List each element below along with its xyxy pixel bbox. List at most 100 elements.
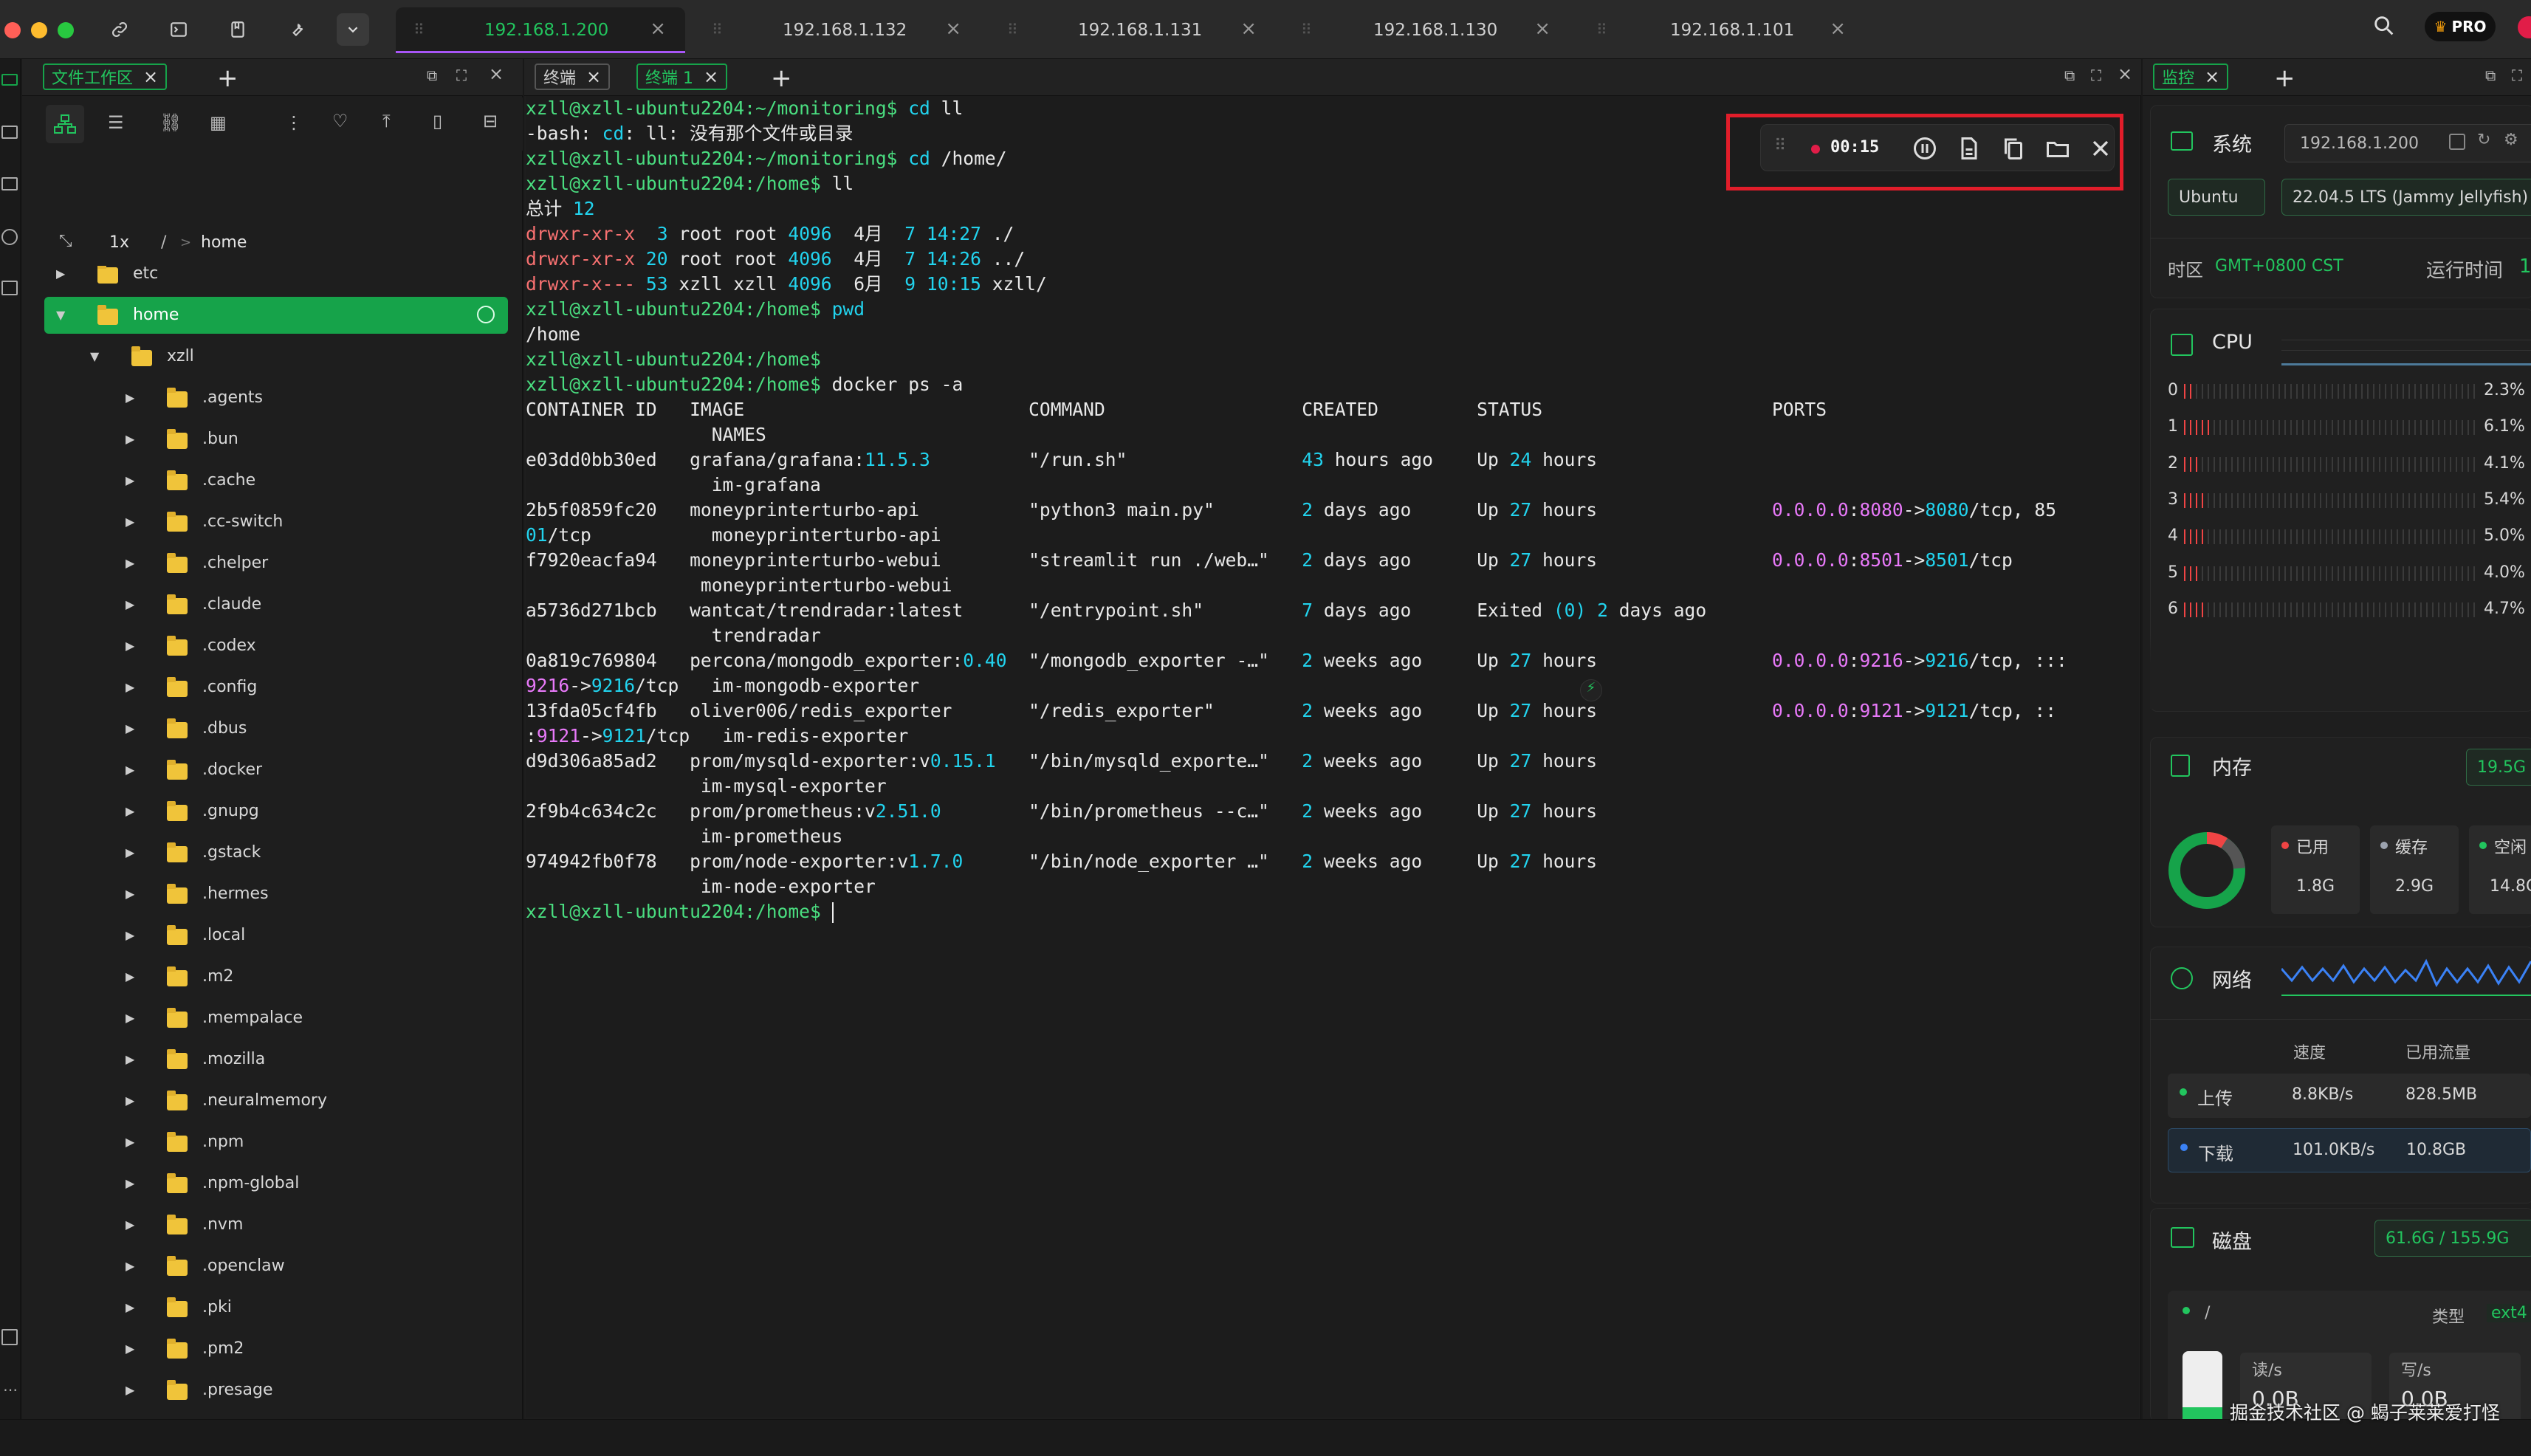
tab-192-168-1-131[interactable]: ⠿ 192.168.1.131 ×	[989, 7, 1276, 53]
drag-handle-icon[interactable]: ⠿	[1596, 21, 1608, 38]
tree-item-selected[interactable]: ▼ home	[44, 297, 508, 334]
caret-right-icon[interactable]: ▶	[126, 845, 134, 859]
caret-right-icon[interactable]: ▶	[126, 680, 134, 694]
tab-monitor[interactable]: 监控 ×	[2153, 63, 2229, 90]
tree-item[interactable]: ▶ .chelper	[44, 545, 508, 582]
tree-item[interactable]: ▼ xzll	[44, 338, 508, 375]
tree-item[interactable]: ▶ etc	[44, 266, 508, 292]
add-tab-button[interactable]: +	[771, 63, 792, 93]
tab-terminal[interactable]: 终端 ×	[535, 63, 611, 90]
maximize-window-button[interactable]	[58, 22, 74, 38]
code-icon[interactable]	[1, 126, 18, 139]
folder-icon[interactable]	[1, 74, 18, 86]
tab-192-168-1-101[interactable]: ⠿ 192.168.1.101 ×	[1579, 7, 1865, 53]
drag-handle-icon[interactable]: ⠿	[1007, 21, 1019, 38]
tree-item[interactable]: ▶ .npm-global	[44, 1165, 508, 1202]
tree-view-button[interactable]	[46, 105, 84, 143]
tree-item[interactable]: ▶ .pki	[44, 1289, 508, 1326]
tree-item[interactable]: ▶ .mempalace	[44, 1000, 508, 1037]
wrench-icon[interactable]	[281, 13, 313, 46]
tree-item[interactable]: ▶ .bun	[44, 421, 508, 458]
caret-right-icon[interactable]: ▶	[126, 721, 134, 735]
expand-icon[interactable]: ⛶	[2091, 66, 2101, 84]
link-icon[interactable]: ⛓	[159, 112, 182, 133]
drag-handle-icon[interactable]: ⠿	[1301, 21, 1313, 38]
tree-item[interactable]: ▶ .gnupg	[44, 793, 508, 830]
search-icon[interactable]	[2372, 13, 2397, 38]
tree-item[interactable]: ▶ .nvm	[44, 1206, 508, 1243]
database-icon[interactable]	[1, 177, 18, 190]
file-icon[interactable]	[1956, 135, 1982, 162]
close-tab-icon[interactable]: ×	[1240, 18, 1257, 40]
drag-handle-icon[interactable]: ⠿	[712, 21, 724, 38]
caret-right-icon[interactable]: ▶	[126, 432, 134, 446]
close-tab-icon[interactable]: ×	[704, 66, 718, 87]
caret-right-icon[interactable]: ▶	[126, 1135, 134, 1149]
caret-right-icon[interactable]: ▶	[126, 1052, 134, 1066]
caret-right-icon[interactable]: ▶	[126, 556, 134, 570]
pro-badge[interactable]: ♛ PRO	[2425, 12, 2496, 41]
caret-right-icon[interactable]: ▶	[126, 1342, 134, 1356]
chevron-down-icon[interactable]	[337, 13, 369, 46]
popout-icon[interactable]: ⧉	[2485, 66, 2496, 84]
caret-right-icon[interactable]: ▶	[126, 1011, 134, 1025]
expand-icon[interactable]: ⛶	[456, 66, 467, 84]
caret-right-icon[interactable]: ▶	[126, 1176, 134, 1190]
bookmark-icon[interactable]: ▯	[433, 111, 442, 131]
terminal-icon[interactable]	[162, 13, 195, 46]
tree-item[interactable]: ▶ .openclaw	[44, 1248, 508, 1285]
caret-right-icon[interactable]: ▶	[126, 969, 134, 983]
tree-item[interactable]: ▶ .gstack	[44, 834, 508, 871]
copy-icon[interactable]	[2000, 135, 2027, 162]
drag-handle-icon[interactable]: ⠿	[413, 21, 425, 38]
list-icon[interactable]	[1, 281, 18, 295]
close-tab-icon[interactable]: ×	[586, 66, 601, 87]
close-tab-icon[interactable]: ×	[1534, 18, 1550, 40]
collapse-icon[interactable]: ⤡	[59, 232, 72, 250]
caret-right-icon[interactable]: ▶	[126, 763, 134, 777]
tree-item[interactable]: ▶ .cache	[44, 462, 508, 499]
avatar[interactable]	[2518, 16, 2531, 38]
close-icon[interactable]	[2087, 135, 2114, 162]
zoom-level[interactable]: 1x	[109, 233, 129, 252]
tab-192-168-1-132[interactable]: ⠿ 192.168.1.132 ×	[694, 7, 981, 53]
caret-right-icon[interactable]: ▶	[126, 597, 134, 611]
expand-icon[interactable]: ⛶	[2512, 66, 2522, 84]
tree-item[interactable]: ▶ .docker	[44, 752, 508, 789]
grid-icon[interactable]	[1, 1329, 18, 1345]
caret-right-icon[interactable]: ▶	[126, 639, 134, 653]
upload-icon[interactable]: ⤒	[382, 111, 391, 131]
refresh-icon[interactable]: ↻	[2477, 131, 2490, 149]
caret-right-icon[interactable]: ▶	[56, 267, 65, 281]
heart-icon[interactable]: ♡	[332, 111, 348, 131]
tab-192-168-1-130[interactable]: ⠿ 192.168.1.130 ×	[1283, 7, 1570, 53]
close-panel-icon[interactable]: ×	[2118, 63, 2132, 84]
tree-item[interactable]: ▶ .presage	[44, 1372, 508, 1409]
caret-right-icon[interactable]: ▶	[126, 1300, 134, 1314]
pause-icon[interactable]	[1912, 135, 1938, 162]
close-window-button[interactable]	[4, 22, 21, 38]
breadcrumb-root[interactable]: /	[161, 233, 166, 252]
popout-icon[interactable]: ⧉	[2064, 66, 2075, 84]
tree-item[interactable]: ▶ .mozilla	[44, 1041, 508, 1078]
tree-item[interactable]: ▶ .pm2	[44, 1330, 508, 1367]
tree-item[interactable]: ▶ .config	[44, 669, 508, 706]
bolt-icon[interactable]: ⚡	[1580, 679, 1602, 701]
tree-item[interactable]: ▶ .local	[44, 917, 508, 954]
caret-right-icon[interactable]: ▶	[126, 391, 134, 405]
ip-box[interactable]: 192.168.1.200 ↻ ⚙	[2284, 124, 2531, 162]
caret-right-icon[interactable]: ▶	[126, 473, 134, 487]
caret-right-icon[interactable]: ▶	[126, 1259, 134, 1273]
archive-icon[interactable]: ⊟	[483, 111, 498, 131]
close-tab-icon[interactable]: ×	[143, 66, 158, 87]
tree-item[interactable]: ▶ .neuralmemory	[44, 1082, 508, 1119]
terminal-output[interactable]: xzll@xzll-ubuntu2204:~/monitoring$ cd ll…	[526, 96, 2139, 1418]
tree-item[interactable]: ▶ .m2	[44, 958, 508, 995]
caret-right-icon[interactable]: ▶	[126, 928, 134, 942]
tree-item[interactable]: ▶ .dbus	[44, 710, 508, 747]
caret-right-icon[interactable]: ▶	[126, 887, 134, 901]
more-icon[interactable]: ⋯	[3, 1381, 18, 1398]
copy-icon[interactable]	[2449, 134, 2465, 150]
caret-down-icon[interactable]: ▼	[56, 308, 65, 322]
tab-terminal-1[interactable]: 终端 1 ×	[636, 63, 728, 90]
